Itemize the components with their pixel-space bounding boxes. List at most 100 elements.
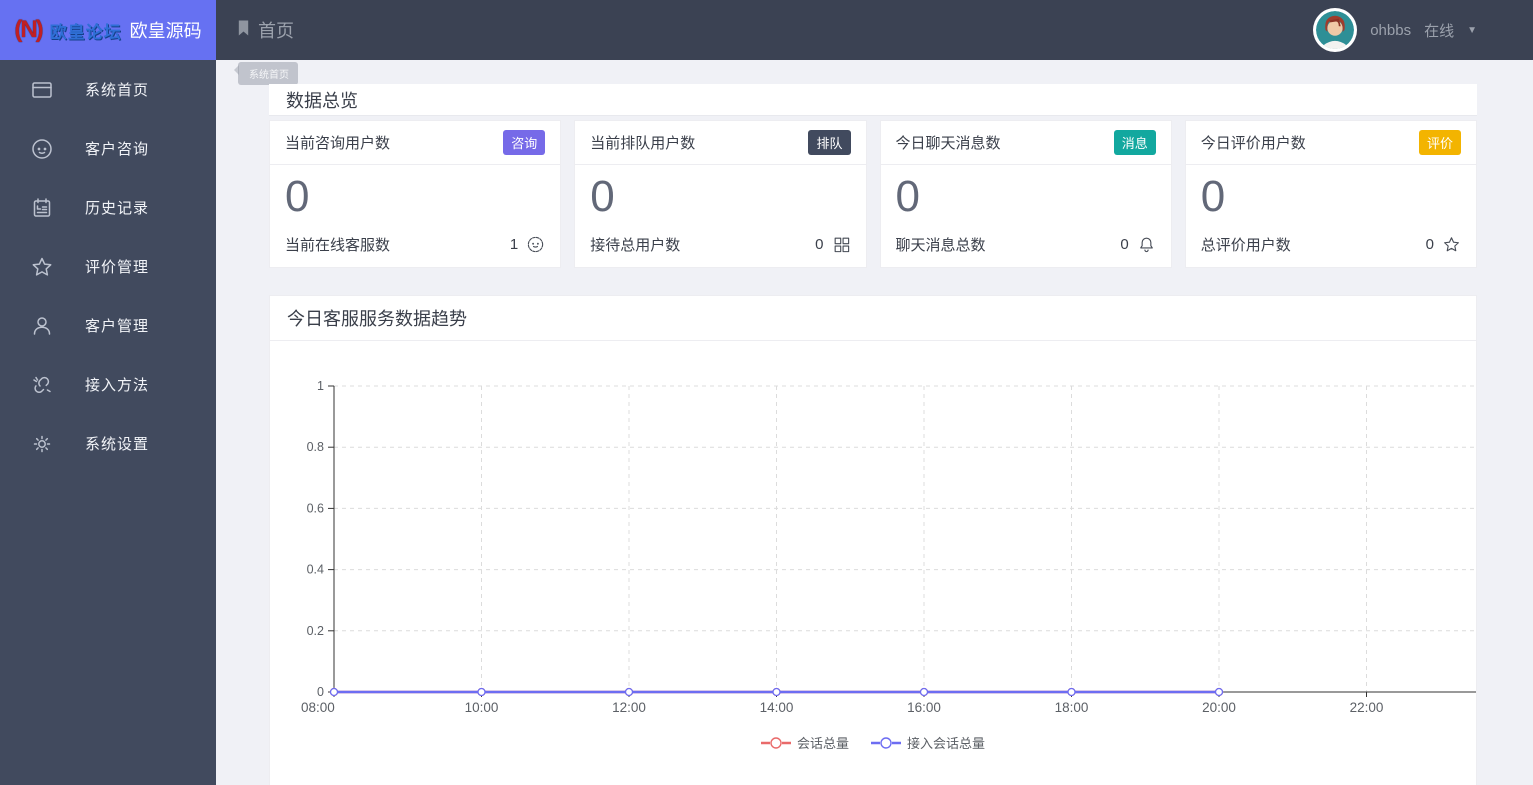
stat-card-footer: 当前在线客服数 1 <box>270 234 560 255</box>
stat-card-title: 今日评价用户数 <box>1200 135 1306 152</box>
chart-header: 今日客服服务数据趋势 <box>270 296 1476 341</box>
legend-item[interactable]: 会话总量 <box>760 733 849 752</box>
chart-body: 0 0.2 0.4 0.6 0.8 1 08:00 10:00 12:00 14:00 16:00 1… <box>270 341 1476 752</box>
stat-card-title: 当前排队用户数 <box>590 135 696 152</box>
stat-value: 0 <box>1200 172 1226 221</box>
legend-marker-icon <box>760 736 791 749</box>
app-root: (N) 欧皇论坛 欧皇源码 首页 ohbbs 在线 ▼ 系统首页 客户咨询 历史… <box>0 0 1533 785</box>
x-tick-label: 20:00 <box>1202 700 1236 715</box>
smiley-icon <box>30 137 54 161</box>
sidebar-item-integration[interactable]: 接入方法 <box>0 355 216 414</box>
star-icon <box>1442 235 1461 254</box>
chart-legend: 会话总量 接入会话总量 <box>270 733 1476 752</box>
y-tick-label: 0.4 <box>307 563 324 577</box>
trend-chart-card: 今日客服服务数据趋势 0 0.2 0.4 0.6 0.8 1 08:00 10:00 12:00… <box>269 295 1477 785</box>
overview-title: 数据总览 <box>286 90 358 111</box>
user-icon <box>30 314 54 338</box>
bookmark-icon <box>236 19 251 42</box>
sidebar-item-label: 客户咨询 <box>85 141 150 158</box>
x-tick-label: 08:00 <box>301 700 335 715</box>
stat-card-title: 今日聊天消息数 <box>895 135 1001 152</box>
sidebar-item-customers[interactable]: 客户管理 <box>0 296 216 355</box>
data-point-marker <box>624 687 634 697</box>
legend-marker-icon <box>871 736 901 749</box>
stat-card-title: 当前咨询用户数 <box>285 135 391 152</box>
stat-value: 0 <box>590 172 615 221</box>
sidebar-item-label: 系统设置 <box>85 436 150 453</box>
stat-card-consulting: 当前咨询用户数 咨询 0 当前在线客服数 1 <box>269 120 562 268</box>
tab-home-label: 首页 <box>258 21 294 41</box>
sidebar: 系统首页 客户咨询 历史记录 评价管理 客户管理 接入方法 系统设置 <box>0 60 216 785</box>
x-tick-label: 10:00 <box>465 700 499 715</box>
footer-value: 0 <box>1425 236 1434 253</box>
tab-home[interactable]: 首页 <box>236 17 294 43</box>
unlink-icon <box>30 373 54 397</box>
y-tick-label: 0.2 <box>307 624 324 638</box>
status-badge: 评价 <box>1418 130 1461 155</box>
stat-value: 0 <box>285 172 310 221</box>
stat-value: 0 <box>895 172 920 221</box>
smiley-icon <box>526 235 545 254</box>
stat-card-header: 今日聊天消息数 消息 <box>880 121 1171 165</box>
window-icon <box>30 78 54 102</box>
footer-label: 总评价用户数 <box>1200 237 1291 254</box>
status-badge: 排队 <box>808 130 851 155</box>
sidebar-item-label: 接入方法 <box>85 377 150 394</box>
sidebar-item-label: 评价管理 <box>85 259 150 276</box>
data-point-marker <box>329 687 339 697</box>
grid-icon <box>832 235 851 254</box>
y-tick-label: 0.8 <box>307 440 324 454</box>
y-tick-label: 0 <box>317 685 324 699</box>
topbar: (N) 欧皇论坛 欧皇源码 首页 ohbbs 在线 ▼ <box>0 0 1533 60</box>
brand-logo[interactable]: (N) 欧皇论坛 欧皇源码 <box>0 0 216 60</box>
stat-card-queue: 当前排队用户数 排队 0 接待总用户数 0 <box>574 120 867 268</box>
footer-value: 0 <box>815 236 824 253</box>
sidebar-item-settings[interactable]: 系统设置 <box>0 414 216 473</box>
legend-label: 会话总量 <box>796 736 849 751</box>
overview-panel: 数据总览 <box>269 84 1477 116</box>
user-menu[interactable]: ohbbs 在线 ▼ <box>1313 8 1533 52</box>
stat-card-footer: 接待总用户数 0 <box>575 234 865 255</box>
x-tick-label: 22:00 <box>1350 700 1384 715</box>
data-point-marker <box>1067 687 1076 697</box>
data-point-marker <box>772 687 781 697</box>
sidebar-item-label: 系统首页 <box>85 82 150 99</box>
status-badge: 咨询 <box>503 130 546 155</box>
footer-label: 当前在线客服数 <box>285 237 391 254</box>
sidebar-item-consult[interactable]: 客户咨询 <box>0 119 216 178</box>
avatar <box>1313 8 1358 52</box>
online-status: 在线 <box>1424 22 1455 40</box>
stat-card-header: 今日评价用户数 评价 <box>1185 121 1476 165</box>
main-content: 系统首页 数据总览 当前咨询用户数 咨询 0 当前在线客服数 1 当前排队用户数… <box>216 60 1533 785</box>
legend-item[interactable]: 接入会话总量 <box>871 733 985 752</box>
stat-card-footer: 总评价用户数 0 <box>1186 234 1476 255</box>
stat-card-header: 当前排队用户数 排队 <box>575 121 866 165</box>
app-title: 欧皇源码 <box>129 21 202 41</box>
y-tick-label: 1 <box>317 379 324 393</box>
page-tag[interactable]: 系统首页 <box>234 62 298 85</box>
data-point-marker <box>919 687 929 697</box>
sidebar-item-label: 历史记录 <box>85 200 150 217</box>
sidebar-item-label: 客户管理 <box>85 318 150 335</box>
stat-cards-row: 当前咨询用户数 咨询 0 当前在线客服数 1 当前排队用户数 排队 0 接待总用… <box>269 120 1477 268</box>
sidebar-item-home[interactable]: 系统首页 <box>0 60 216 119</box>
x-tick-label: 18:00 <box>1055 700 1089 715</box>
footer-label: 聊天消息总数 <box>895 237 986 254</box>
sidebar-item-ratings[interactable]: 评价管理 <box>0 237 216 296</box>
legend-label: 接入会话总量 <box>907 736 986 751</box>
chart-title: 今日客服服务数据趋势 <box>287 309 467 329</box>
data-point-marker <box>1214 687 1224 697</box>
footer-label: 接待总用户数 <box>590 237 681 254</box>
trend-chart: 0 0.2 0.4 0.6 0.8 1 08:00 10:00 12:00 14:00 16:00 1… <box>301 379 1476 715</box>
status-badge: 消息 <box>1113 130 1156 155</box>
username: ohbbs <box>1370 21 1412 39</box>
stat-card-ratings: 今日评价用户数 评价 0 总评价用户数 0 <box>1184 120 1477 268</box>
footer-value: 1 <box>509 236 519 253</box>
stat-card-footer: 聊天消息总数 0 <box>881 234 1171 255</box>
sidebar-item-history[interactable]: 历史记录 <box>0 178 216 237</box>
footer-value: 0 <box>1120 236 1129 253</box>
notebook-icon <box>30 196 54 220</box>
x-tick-label: 14:00 <box>760 700 794 715</box>
y-tick-label: 0.6 <box>307 501 324 515</box>
gear-icon <box>30 432 54 456</box>
